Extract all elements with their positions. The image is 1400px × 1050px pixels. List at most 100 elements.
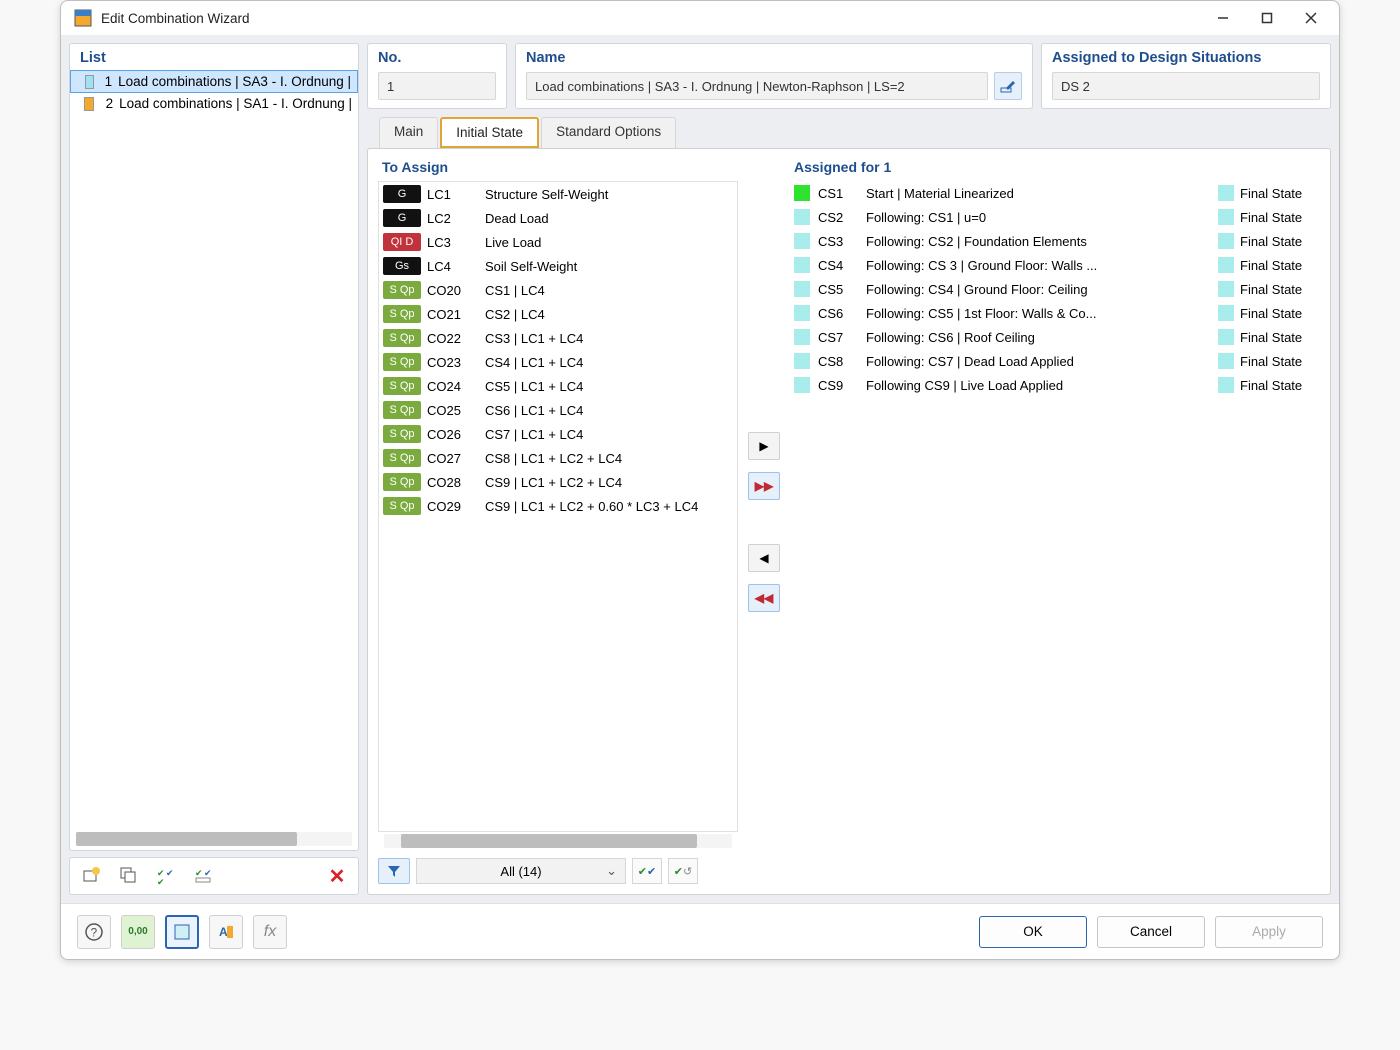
fx-button[interactable]: fx (253, 915, 287, 949)
to-assign-row[interactable]: S Qp CO20 CS1 | LC4 (379, 278, 737, 302)
assigned-row[interactable]: CS7 Following: CS6 | Roof Ceiling Final … (790, 325, 1320, 349)
move-all-right-button[interactable]: ▶▶ (748, 472, 780, 500)
new-item-button[interactable] (76, 861, 106, 891)
tab-main[interactable]: Main (379, 117, 438, 148)
assigned-table[interactable]: CS1 Start | Material Linearized Final St… (790, 181, 1320, 884)
load-tag: S Qp (383, 281, 421, 299)
filter-button[interactable] (378, 858, 410, 884)
to-assign-header: To Assign (378, 159, 738, 181)
tab-initial-state[interactable]: Initial State (440, 117, 539, 148)
check-all2-button[interactable]: ✔✔ (190, 861, 220, 891)
cs-desc: Following CS9 | Live Load Applied (866, 378, 1212, 393)
load-tag: S Qp (383, 329, 421, 347)
to-assign-row[interactable]: S Qp CO23 CS4 | LC1 + LC4 (379, 350, 737, 374)
load-tag: S Qp (383, 497, 421, 515)
move-right-button[interactable]: ▶ (748, 432, 780, 460)
load-tag: G (383, 209, 421, 227)
cs-desc: Following: CS5 | 1st Floor: Walls & Co..… (866, 306, 1212, 321)
check-all-button[interactable]: ✔✔✔ (152, 861, 182, 891)
deselect-all-button[interactable]: ✔↺ (668, 858, 698, 884)
to-assign-row[interactable]: S Qp CO25 CS6 | LC1 + LC4 (379, 398, 737, 422)
close-button[interactable] (1289, 3, 1333, 33)
state-swatch (1218, 185, 1234, 201)
svg-text:✔: ✔ (195, 868, 203, 878)
cs-id: CS1 (818, 186, 866, 201)
assigned-row[interactable]: CS3 Following: CS2 | Foundation Elements… (790, 229, 1320, 253)
edit-name-button[interactable] (994, 72, 1022, 100)
cs-desc: Following: CS1 | u=0 (866, 210, 1212, 225)
list-item[interactable]: 1 Load combinations | SA3 - I. Ordnung | (70, 70, 358, 93)
state-swatch (1218, 329, 1234, 345)
name-label: Name (516, 44, 1032, 70)
to-assign-row[interactable]: Gs LC4 Soil Self-Weight (379, 254, 737, 278)
to-assign-row[interactable]: G LC1 Structure Self-Weight (379, 182, 737, 206)
assigned-row[interactable]: CS2 Following: CS1 | u=0 Final State (790, 205, 1320, 229)
load-desc: Dead Load (485, 211, 737, 226)
filter-combo[interactable]: All (14)⌄ (416, 858, 626, 884)
assigned-row[interactable]: CS8 Following: CS7 | Dead Load Applied F… (790, 349, 1320, 373)
minimize-button[interactable] (1201, 3, 1245, 33)
no-label: No. (368, 44, 506, 70)
select-all-button[interactable]: ✔✔ (632, 858, 662, 884)
list-hscrollbar[interactable] (76, 832, 352, 846)
cs-id: CS5 (818, 282, 866, 297)
name-field[interactable]: Load combinations | SA3 - I. Ordnung | N… (526, 72, 988, 100)
units-button[interactable]: 0,00 (121, 915, 155, 949)
transfer-buttons: ▶ ▶▶ ◀ ◀◀ (744, 159, 784, 884)
state-swatch (1218, 281, 1234, 297)
to-assign-hscrollbar[interactable] (384, 834, 732, 848)
to-assign-row[interactable]: S Qp CO21 CS2 | LC4 (379, 302, 737, 326)
cs-desc: Following: CS 3 | Ground Floor: Walls ..… (866, 258, 1212, 273)
text-tool-button[interactable]: A (209, 915, 243, 949)
cs-id: CS8 (818, 354, 866, 369)
to-assign-row[interactable]: S Qp CO22 CS3 | LC1 + LC4 (379, 326, 737, 350)
status-swatch (794, 233, 810, 249)
assigned-row[interactable]: CS4 Following: CS 3 | Ground Floor: Wall… (790, 253, 1320, 277)
cs-state: Final State (1240, 282, 1320, 297)
to-assign-row[interactable]: QI D LC3 Live Load (379, 230, 737, 254)
assigned-row[interactable]: CS5 Following: CS4 | Ground Floor: Ceili… (790, 277, 1320, 301)
cs-state: Final State (1240, 234, 1320, 249)
svg-text:A: A (219, 925, 228, 939)
load-tag: S Qp (383, 305, 421, 323)
ds-field[interactable]: DS 2 (1052, 72, 1320, 100)
cs-state: Final State (1240, 354, 1320, 369)
assigned-row[interactable]: CS9 Following CS9 | Live Load Applied Fi… (790, 373, 1320, 397)
load-tag: S Qp (383, 449, 421, 467)
cancel-button[interactable]: Cancel (1097, 916, 1205, 948)
delete-item-button[interactable]: ✕ (322, 861, 352, 891)
load-id: CO20 (427, 283, 485, 298)
no-field[interactable]: 1 (378, 72, 496, 100)
status-swatch (794, 257, 810, 273)
tab-standard-options[interactable]: Standard Options (541, 117, 676, 148)
cs-desc: Following: CS2 | Foundation Elements (866, 234, 1212, 249)
maximize-button[interactable] (1245, 3, 1289, 33)
cs-state: Final State (1240, 210, 1320, 225)
to-assign-row[interactable]: S Qp CO26 CS7 | LC1 + LC4 (379, 422, 737, 446)
list-item[interactable]: 2 Load combinations | SA1 - I. Ordnung | (70, 93, 358, 114)
assigned-row[interactable]: CS1 Start | Material Linearized Final St… (790, 181, 1320, 205)
move-all-left-button[interactable]: ◀◀ (748, 584, 780, 612)
to-assign-row[interactable]: S Qp CO28 CS9 | LC1 + LC2 + LC4 (379, 470, 737, 494)
apply-button[interactable]: Apply (1215, 916, 1323, 948)
ok-button[interactable]: OK (979, 916, 1087, 948)
load-id: CO23 (427, 355, 485, 370)
svg-text:?: ? (91, 925, 98, 939)
to-assign-row[interactable]: S Qp CO27 CS8 | LC1 + LC2 + LC4 (379, 446, 737, 470)
to-assign-row[interactable]: S Qp CO29 CS9 | LC1 + LC2 + 0.60 * LC3 +… (379, 494, 737, 518)
colors-button[interactable] (165, 915, 199, 949)
move-left-button[interactable]: ◀ (748, 544, 780, 572)
to-assign-row[interactable]: G LC2 Dead Load (379, 206, 737, 230)
list-items[interactable]: 1 Load combinations | SA3 - I. Ordnung |… (70, 70, 358, 830)
assigned-row[interactable]: CS6 Following: CS5 | 1st Floor: Walls & … (790, 301, 1320, 325)
color-swatch (85, 75, 94, 89)
load-id: CO25 (427, 403, 485, 418)
help-button[interactable]: ? (77, 915, 111, 949)
to-assign-table[interactable]: G LC1 Structure Self-WeightG LC2 Dead Lo… (378, 181, 738, 832)
load-tag: G (383, 185, 421, 203)
list-item-label: Load combinations | SA1 - I. Ordnung | (119, 96, 352, 111)
copy-item-button[interactable] (114, 861, 144, 891)
to-assign-row[interactable]: S Qp CO24 CS5 | LC1 + LC4 (379, 374, 737, 398)
list-item-label: Load combinations | SA3 - I. Ordnung | (118, 74, 351, 89)
load-id: LC4 (427, 259, 485, 274)
